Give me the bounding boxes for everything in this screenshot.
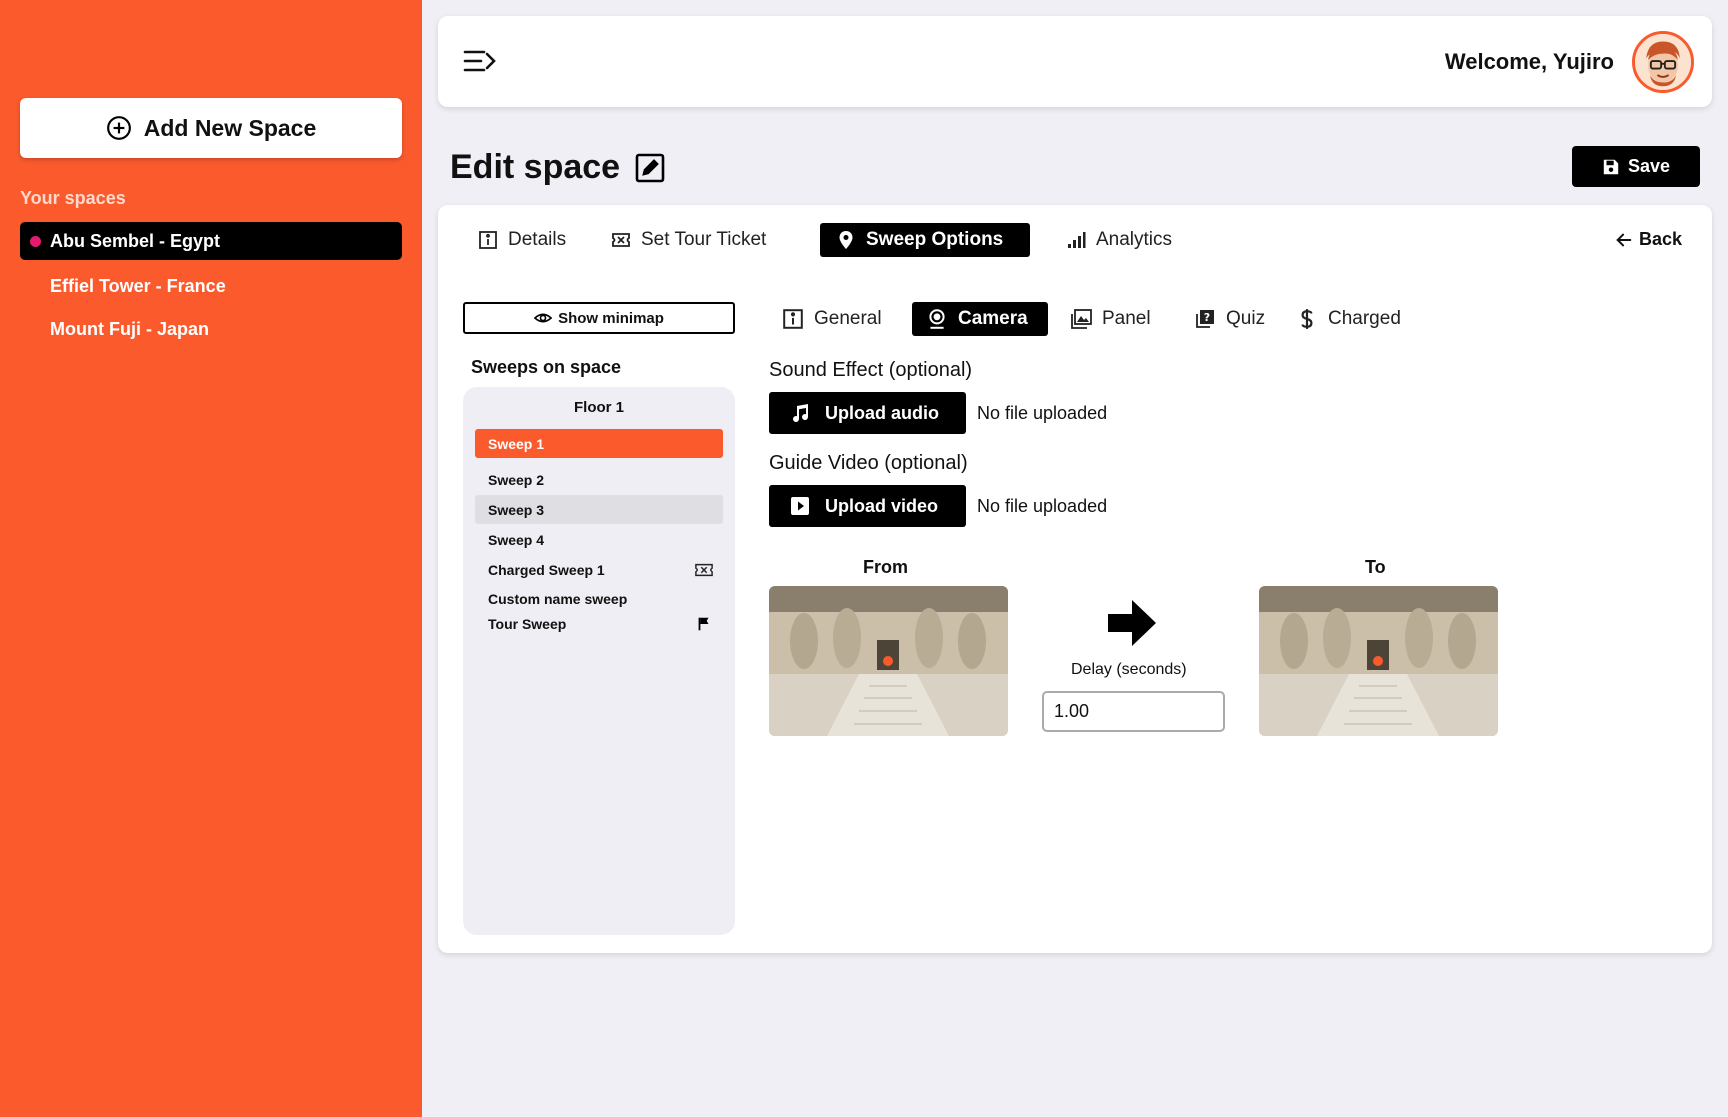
tab-set-tour-ticket[interactable]: Set Tour Ticket: [595, 223, 782, 257]
from-label: From: [863, 557, 908, 577]
images-icon: [1071, 309, 1092, 329]
to-label: To: [1365, 557, 1386, 577]
sweep-item[interactable]: Charged Sweep 1: [475, 555, 723, 584]
subtab-panel[interactable]: Panel: [1056, 302, 1165, 336]
tab-sweep-options[interactable]: Sweep Options: [820, 223, 1030, 257]
delay-label: Delay (seconds): [1071, 661, 1187, 678]
subtab-quiz[interactable]: ? Quiz: [1180, 302, 1279, 336]
webcam-icon: [929, 309, 945, 329]
subtab-general[interactable]: General: [768, 302, 896, 336]
temple-image: [769, 586, 1008, 736]
menu-collapse-icon[interactable]: [462, 46, 498, 76]
space-item-effiel-tower[interactable]: Effiel Tower - France: [20, 267, 402, 305]
sweep-item[interactable]: Sweep 1: [475, 429, 723, 458]
add-new-space-button[interactable]: Add New Space: [20, 98, 402, 158]
page-title: Edit space: [450, 148, 666, 187]
subtab-label: General: [814, 308, 882, 329]
sweep-item[interactable]: Tour Sweep: [475, 609, 723, 638]
show-minimap-label: Show minimap: [558, 309, 664, 327]
subtab-label: Panel: [1102, 308, 1151, 329]
from-sweep-thumbnail[interactable]: [769, 586, 1008, 736]
save-button[interactable]: Save: [1572, 146, 1700, 187]
space-item-label: Effiel Tower - France: [50, 275, 226, 296]
arrow-right-icon: [1108, 600, 1156, 646]
info-icon: [479, 231, 497, 249]
tab-details[interactable]: Details: [462, 223, 582, 257]
tab-label: Sweep Options: [866, 229, 1004, 250]
upload-audio-label: Upload audio: [825, 402, 939, 423]
tab-label: Analytics: [1096, 229, 1173, 250]
edit-card: Details Set Tour Ticket Sweep Options An…: [438, 205, 1712, 953]
delay-input[interactable]: [1042, 691, 1225, 732]
upload-audio-button[interactable]: Upload audio: [769, 392, 966, 434]
space-item-label: Mount Fuji - Japan: [50, 318, 209, 339]
ticket-icon: [695, 563, 713, 577]
eye-icon: [534, 313, 553, 323]
save-icon: [1603, 159, 1619, 174]
sweep-item[interactable]: Sweep 4: [475, 525, 723, 554]
temple-image: [1259, 586, 1498, 736]
sweep-item-label: Sweep 2: [488, 471, 545, 488]
sweep-item-label: Tour Sweep: [488, 615, 567, 632]
subtab-label: Quiz: [1226, 308, 1266, 329]
sweep-item[interactable]: Sweep 2: [475, 465, 723, 494]
sweep-item-label: Sweep 1: [488, 435, 545, 452]
back-label: Back: [1638, 229, 1682, 249]
sweeps-heading: Sweeps on space: [471, 357, 622, 377]
subtab-charged[interactable]: Charged: [1282, 302, 1415, 336]
ticket-icon: [612, 233, 630, 247]
video-file-status: No file uploaded: [977, 496, 1108, 516]
tab-label: Set Tour Ticket: [641, 229, 767, 250]
spaces-heading: Your spaces: [20, 188, 126, 208]
play-icon: [791, 497, 809, 515]
page-title-text: Edit space: [450, 148, 621, 186]
sweep-item-label: Sweep 3: [488, 501, 545, 518]
info-icon: [783, 309, 803, 329]
flag-icon: [698, 617, 709, 631]
space-item-mount-fuji[interactable]: Mount Fuji - Japan: [20, 310, 402, 348]
welcome-text: Welcome, Yujiro: [1444, 49, 1614, 74]
sweeps-list-panel: Floor 1 Sweep 1 Sweep 2 Sweep 3 Sweep 4 …: [463, 387, 735, 935]
sweep-item[interactable]: Sweep 3: [475, 495, 723, 524]
subtab-label: Charged: [1328, 308, 1401, 329]
map-pin-icon: [839, 231, 853, 249]
top-header: Welcome, Yujiro: [438, 16, 1712, 107]
audio-file-status: No file uploaded: [977, 403, 1108, 423]
avatar[interactable]: [1632, 31, 1694, 93]
sidebar: Add New Space Your spaces Abu Sembel - E…: [0, 0, 422, 1117]
sweep-item-label: Custom name sweep: [488, 590, 628, 607]
dollar-icon: [1301, 309, 1313, 329]
bar-chart-icon: [1068, 232, 1086, 248]
tab-analytics[interactable]: Analytics: [1050, 223, 1188, 257]
user-avatar-icon: [1635, 34, 1691, 90]
show-minimap-button[interactable]: Show minimap: [463, 302, 735, 334]
plus-circle-icon: [106, 116, 131, 140]
music-note-icon: [793, 404, 809, 423]
arrow-left-icon: [1616, 233, 1632, 246]
tab-label: Details: [508, 229, 567, 250]
space-item-abu-sembel[interactable]: Abu Sembel - Egypt: [20, 222, 402, 260]
subtab-label: Camera: [958, 308, 1028, 329]
sweep-item-label: Charged Sweep 1: [488, 561, 605, 578]
space-item-label: Abu Sembel - Egypt: [50, 230, 221, 251]
svg-text:?: ?: [1204, 311, 1210, 324]
sound-effect-label: Sound Effect (optional): [769, 359, 973, 381]
upload-video-label: Upload video: [825, 495, 939, 516]
guide-video-label: Guide Video (optional): [769, 452, 968, 474]
add-new-space-label: Add New Space: [143, 114, 317, 141]
back-button[interactable]: Back: [1615, 229, 1682, 250]
upload-video-button[interactable]: Upload video: [769, 485, 966, 527]
active-dot: [30, 236, 41, 247]
floor-label: Floor 1: [573, 399, 624, 416]
save-label: Save: [1627, 156, 1671, 176]
to-sweep-thumbnail[interactable]: [1259, 586, 1498, 736]
quiz-icon: ?: [1196, 310, 1214, 328]
sweep-item-label: Sweep 4: [488, 531, 545, 548]
subtab-camera[interactable]: Camera: [912, 302, 1048, 336]
edit-icon[interactable]: [634, 152, 666, 184]
